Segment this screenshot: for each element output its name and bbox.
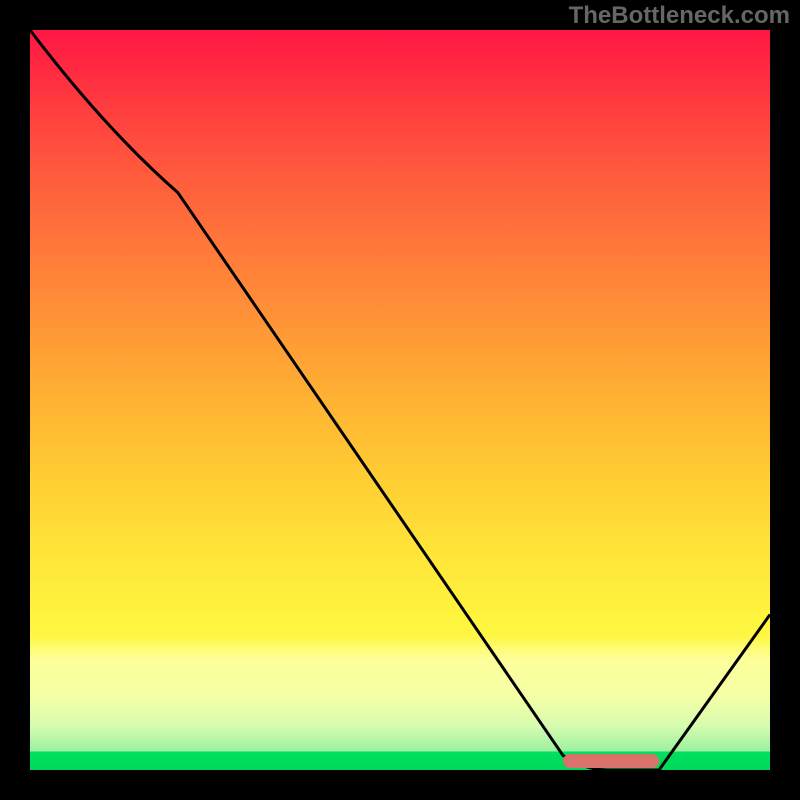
optimal-range-marker [563, 754, 659, 768]
plot-area [30, 30, 770, 770]
chart-container: TheBottleneck.com [0, 0, 800, 800]
bottleneck-curve-path [30, 30, 770, 770]
watermark-text: TheBottleneck.com [569, 2, 790, 30]
curve-svg [30, 30, 770, 770]
